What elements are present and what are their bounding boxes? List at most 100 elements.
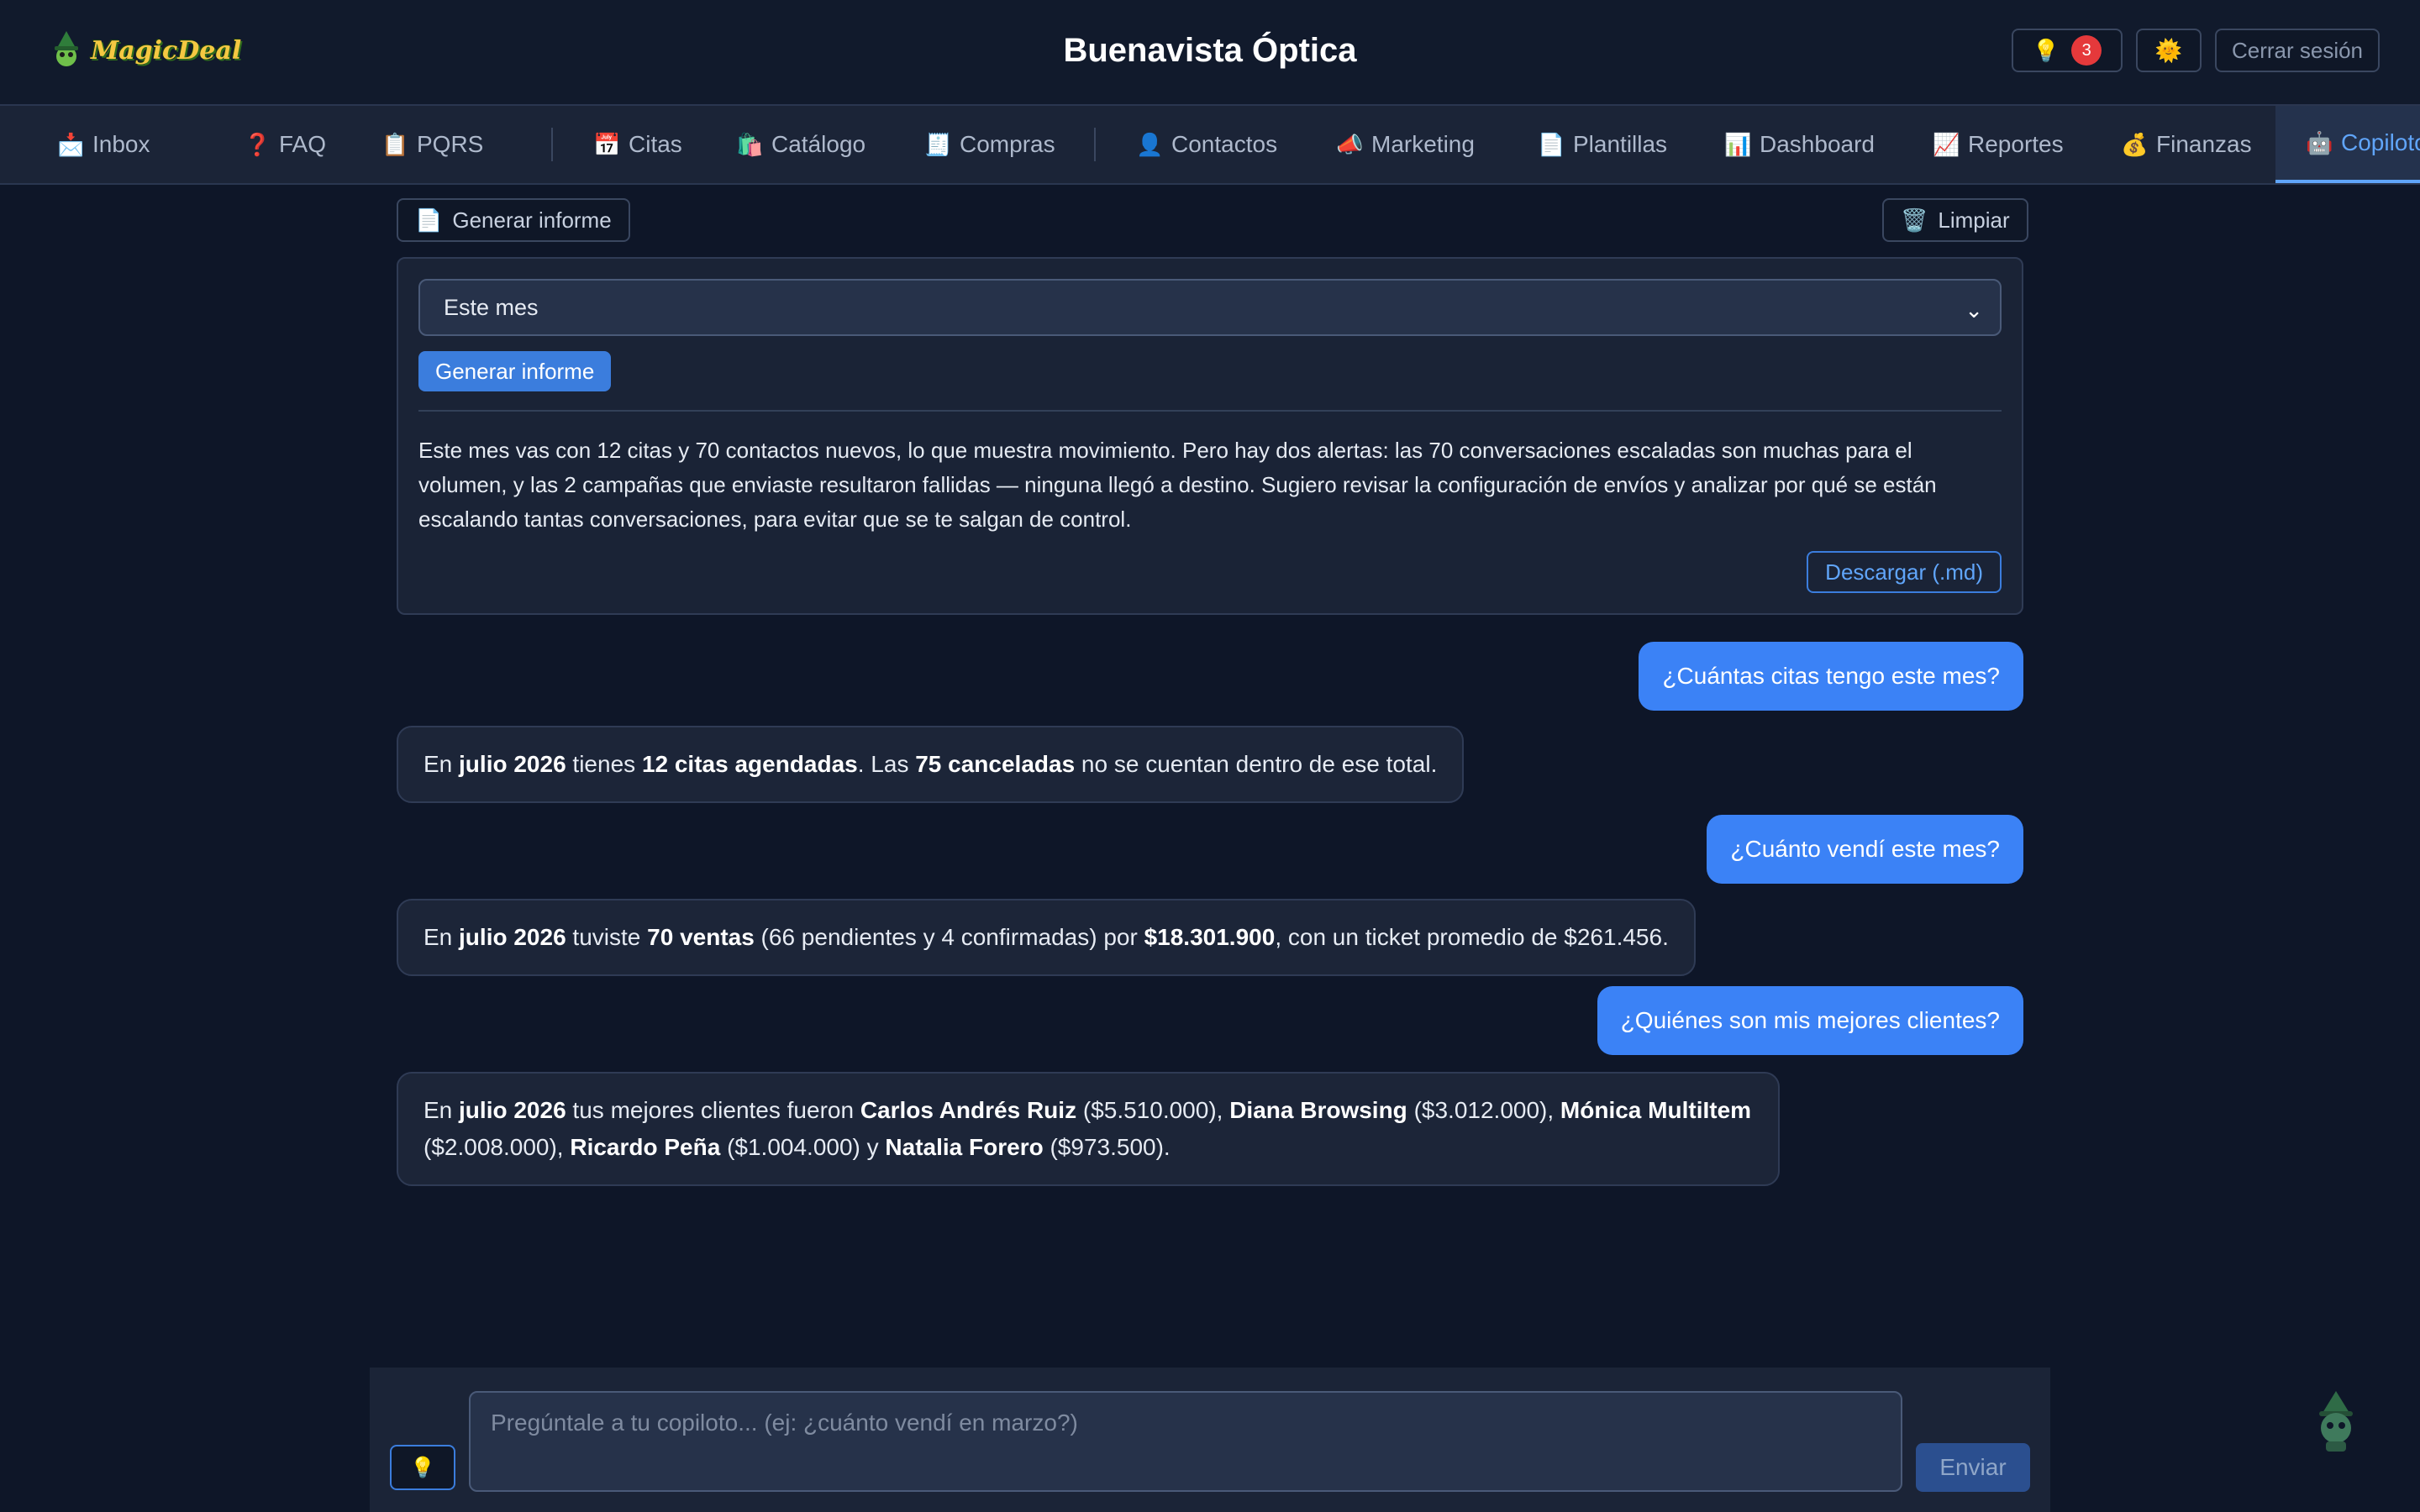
bold-text: julio 2026 bbox=[459, 1097, 566, 1123]
bold-text: 12 citas agendadas bbox=[641, 751, 858, 777]
nav-label: Compras bbox=[960, 131, 1055, 157]
robot-icon: 🤖 bbox=[2306, 129, 2333, 155]
nav-label: Contactos bbox=[1171, 131, 1278, 157]
nav-item-reportes[interactable]: 📈 Reportes bbox=[1933, 106, 2064, 183]
nav-item-contactos[interactable]: 👤 Contactos bbox=[1136, 106, 1277, 183]
client-amount: ($1.004.000) y bbox=[720, 1134, 886, 1160]
generate-report-toggle-button[interactable]: 📄 Generar informe bbox=[397, 198, 630, 242]
tips-count-badge: 3 bbox=[2071, 35, 2102, 66]
client-name: Diana Browsing bbox=[1229, 1097, 1407, 1123]
suggestions-button[interactable]: 💡 bbox=[390, 1445, 455, 1490]
nav-item-faq[interactable]: ❓ FAQ bbox=[244, 106, 326, 183]
nav-label: Dashboard bbox=[1760, 131, 1875, 157]
client-amount: ($3.012.000), bbox=[1407, 1097, 1560, 1123]
text: , con un ticket promedio de $261.456. bbox=[1275, 924, 1669, 950]
nav-item-plantillas[interactable]: 📄 Plantillas bbox=[1538, 106, 1667, 183]
shopping-bags-icon: 🛍️ bbox=[736, 131, 764, 157]
client-name: Carlos Andrés Ruiz bbox=[860, 1097, 1077, 1123]
nav-label: Catálogo bbox=[771, 131, 866, 157]
chevron-down-icon: ⌄ bbox=[1965, 297, 1983, 323]
nav-label: PQRS bbox=[417, 131, 484, 157]
text: tienes bbox=[566, 751, 642, 777]
nav-divider bbox=[1094, 128, 1096, 161]
sun-icon: 🌞 bbox=[2154, 37, 2183, 63]
nav-item-compras[interactable]: 🧾 Compras bbox=[924, 106, 1055, 183]
clipboard-icon: 📋 bbox=[381, 131, 409, 157]
clear-chat-button[interactable]: 🗑️ Limpiar bbox=[1882, 198, 2028, 242]
text: En bbox=[424, 751, 460, 777]
user-message: ¿Cuántas citas tengo este mes? bbox=[1639, 642, 2023, 711]
user-icon: 👤 bbox=[1136, 131, 1164, 157]
nav-label: Citas bbox=[629, 131, 682, 157]
trash-icon: 🗑️ bbox=[1901, 207, 1928, 233]
lightbulb-icon: 💡 bbox=[410, 1456, 435, 1479]
nav-item-marketing[interactable]: 📣 Marketing bbox=[1336, 106, 1475, 183]
nav-label: Copiloto bbox=[2341, 129, 2420, 155]
document-icon: 📄 bbox=[415, 207, 443, 233]
bold-text: 75 canceladas bbox=[915, 751, 1076, 777]
nav-item-dashboard[interactable]: 📊 Dashboard bbox=[1724, 106, 1875, 183]
bold-text: 70 ventas bbox=[647, 924, 755, 950]
nav-divider bbox=[551, 128, 553, 161]
megaphone-icon: 📣 bbox=[1336, 131, 1364, 157]
text: . Las bbox=[857, 751, 916, 777]
chat-input[interactable]: Pregúntale a tu copiloto... (ej: ¿cuánto… bbox=[469, 1391, 1902, 1492]
assistant-message: En julio 2026 tuviste 70 ventas (66 pend… bbox=[397, 899, 1696, 976]
lightbulb-icon: 💡 bbox=[2032, 37, 2060, 63]
chat-composer: 💡 Pregúntale a tu copiloto... (ej: ¿cuán… bbox=[370, 1368, 2050, 1512]
nav-item-citas[interactable]: 📅 Citas bbox=[593, 106, 682, 183]
bold-text: $18.301.900 bbox=[1144, 924, 1276, 950]
nav-label: FAQ bbox=[279, 131, 327, 157]
logout-button[interactable]: Cerrar sesión bbox=[2215, 29, 2380, 72]
receipt-icon: 🧾 bbox=[924, 131, 952, 157]
client-name: Mónica MultiItem bbox=[1560, 1097, 1752, 1123]
text: En bbox=[424, 924, 460, 950]
nav-item-copiloto[interactable]: 🤖 Copiloto bbox=[2275, 106, 2420, 183]
assistant-message: En julio 2026 tienes 12 citas agendadas.… bbox=[397, 726, 1465, 803]
nav-item-inbox[interactable]: 📩 Inbox bbox=[57, 106, 150, 183]
bold-text: julio 2026 bbox=[459, 924, 566, 950]
report-panel: Este mes ⌄ Generar informe Este mes vas … bbox=[397, 257, 2023, 615]
client-name: Ricardo Peña bbox=[570, 1134, 721, 1160]
button-label: Generar informe bbox=[452, 207, 612, 233]
period-selected-value: Este mes bbox=[444, 294, 539, 320]
theme-toggle-button[interactable]: 🌞 bbox=[2136, 29, 2202, 72]
trend-chart-icon: 📈 bbox=[1933, 131, 1960, 157]
text: tus mejores clientes fueron bbox=[566, 1097, 860, 1123]
nav-item-catalogo[interactable]: 🛍️ Catálogo bbox=[736, 106, 865, 183]
nav-label: Inbox bbox=[92, 131, 150, 157]
user-message: ¿Cuánto vendí este mes? bbox=[1707, 815, 2023, 884]
user-message: ¿Quiénes son mis mejores clientes? bbox=[1597, 986, 2023, 1055]
assistant-mascot-icon[interactable] bbox=[2302, 1388, 2370, 1455]
question-icon: ❓ bbox=[244, 131, 271, 157]
button-label: Limpiar bbox=[1938, 207, 2010, 233]
assistant-message: En julio 2026 tus mejores clientes fuero… bbox=[397, 1072, 1780, 1186]
bold-text: julio 2026 bbox=[459, 751, 566, 777]
nav-label: Reportes bbox=[1968, 131, 2064, 157]
text: (66 pendientes y 4 confirmadas) por bbox=[754, 924, 1144, 950]
text: no se cuentan dentro de ese total. bbox=[1075, 751, 1438, 777]
client-amount: ($973.500). bbox=[1043, 1134, 1171, 1160]
money-bag-icon: 💰 bbox=[2121, 131, 2149, 157]
client-name: Natalia Forero bbox=[885, 1134, 1044, 1160]
tips-button[interactable]: 💡 3 bbox=[2012, 29, 2123, 72]
bar-chart-icon: 📊 bbox=[1724, 131, 1752, 157]
nav-item-finanzas[interactable]: 💰 Finanzas bbox=[2121, 106, 2252, 183]
nav-label: Finanzas bbox=[2156, 131, 2252, 157]
text: tuviste bbox=[566, 924, 648, 950]
inbox-icon: 📩 bbox=[57, 131, 85, 157]
nav-item-pqrs[interactable]: 📋 PQRS bbox=[381, 106, 483, 183]
send-button[interactable]: Enviar bbox=[1916, 1443, 2030, 1492]
main-nav: 📩 Inbox ❓ FAQ 📋 PQRS 📅 Citas 🛍️ Catálogo… bbox=[0, 106, 2420, 185]
nav-label: Plantillas bbox=[1573, 131, 1668, 157]
text: En bbox=[424, 1097, 460, 1123]
period-select[interactable]: Este mes ⌄ bbox=[418, 279, 2002, 336]
calendar-icon: 📅 bbox=[593, 131, 621, 157]
divider bbox=[418, 410, 2002, 412]
client-amount: ($2.008.000), bbox=[424, 1134, 571, 1160]
document-icon: 📄 bbox=[1538, 131, 1565, 157]
nav-label: Marketing bbox=[1371, 131, 1475, 157]
generate-report-button[interactable]: Generar informe bbox=[418, 351, 612, 391]
report-summary-text: Este mes vas con 12 citas y 70 contactos… bbox=[418, 438, 1937, 532]
download-md-button[interactable]: Descargar (.md) bbox=[1807, 551, 2002, 593]
